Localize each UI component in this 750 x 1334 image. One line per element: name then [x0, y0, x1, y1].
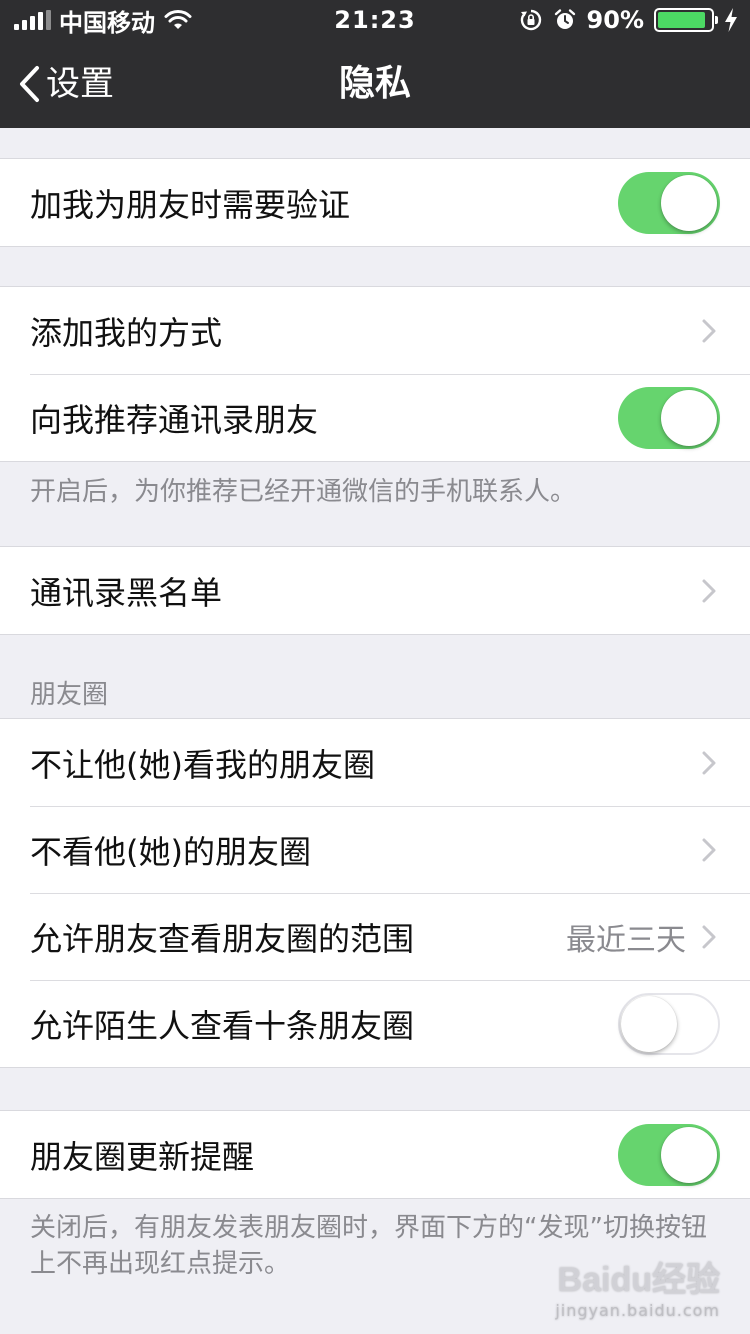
chevron-right-icon — [702, 579, 716, 602]
watermark-url: jingyan.baidu.com — [555, 1301, 720, 1320]
verify-row: 加我为朋友时需要验证 — [0, 159, 750, 246]
moments-range-row[interactable]: 允许朋友查看朋友圈的范围 最近三天 — [0, 893, 750, 980]
status-bar: 中国移动 21:23 90% — [0, 0, 750, 40]
chevron-right-icon — [702, 838, 716, 861]
stranger-moments-label: 允许陌生人查看十条朋友圈 — [30, 1006, 415, 1045]
moments-range-label: 允许朋友查看朋友圈的范围 — [30, 919, 415, 958]
moments-range-value: 最近三天 — [566, 922, 686, 958]
add-me-methods-row[interactable]: 添加我的方式 — [0, 287, 750, 374]
moments-section-header: 朋友圈 — [30, 680, 109, 710]
blacklist-group: 通讯录黑名单 — [0, 546, 750, 635]
block-moments-label: 不让他(她)看我的朋友圈 — [30, 745, 375, 784]
contacts-group: 添加我的方式 向我推荐通讯录朋友 — [0, 286, 750, 462]
chevron-right-icon — [702, 925, 716, 948]
page-title: 隐私 — [338, 63, 411, 104]
hide-moments-label: 不看他(她)的朋友圈 — [30, 832, 311, 871]
stranger-moments-toggle[interactable] — [618, 992, 720, 1055]
recommend-contacts-toggle[interactable] — [618, 386, 720, 449]
block-moments-row[interactable]: 不让他(她)看我的朋友圈 — [0, 719, 750, 806]
add-me-methods-label: 添加我的方式 — [30, 313, 223, 352]
rotation-lock-icon — [520, 9, 541, 31]
moments-update-label: 朋友圈更新提醒 — [30, 1137, 255, 1176]
toggle-knob — [621, 995, 677, 1052]
alarm-icon — [554, 9, 575, 29]
navigation-bar: 设置 隐私 — [0, 40, 750, 128]
status-right: 90% — [519, 6, 738, 34]
recommend-contacts-footnote: 开启后，为你推荐已经开通微信的手机联系人。 — [30, 477, 577, 507]
hide-moments-row[interactable]: 不看他(她)的朋友圈 — [0, 806, 750, 893]
stranger-moments-row: 允许陌生人查看十条朋友圈 — [0, 980, 750, 1067]
charging-bolt-icon — [725, 8, 737, 32]
blacklist-label: 通讯录黑名单 — [30, 573, 223, 612]
chevron-right-icon — [702, 319, 716, 342]
battery-icon — [654, 8, 718, 32]
privacy-settings-screen: 中国移动 21:23 90% 设置 隐私 加我为朋友时需要验证 添加我的方式 向… — [0, 0, 750, 1334]
moments-update-row: 朋友圈更新提醒 — [0, 1111, 750, 1198]
verify-toggle[interactable] — [618, 171, 720, 234]
moments-update-footnote: 关闭后，有朋友发表朋友圈时，界面下方的“发现”切换按钮上不再出现红点提示。 — [30, 1213, 707, 1279]
recommend-contacts-row: 向我推荐通讯录朋友 — [0, 374, 750, 461]
battery-percent: 90% — [586, 6, 644, 34]
toggle-knob — [661, 174, 717, 231]
recommend-contacts-label: 向我推荐通讯录朋友 — [30, 400, 319, 439]
toggle-knob — [661, 1126, 717, 1183]
battery-level — [658, 12, 705, 28]
moments-update-toggle[interactable] — [618, 1123, 720, 1186]
toggle-knob — [661, 389, 717, 446]
blacklist-row[interactable]: 通讯录黑名单 — [0, 547, 750, 634]
verification-group: 加我为朋友时需要验证 — [0, 158, 750, 247]
verify-label: 加我为朋友时需要验证 — [30, 185, 351, 224]
chevron-right-icon — [702, 751, 716, 774]
moments-update-group: 朋友圈更新提醒 — [0, 1110, 750, 1199]
moments-group: 不让他(她)看我的朋友圈 不看他(她)的朋友圈 允许朋友查看朋友圈的范围 最近三… — [0, 718, 750, 1068]
top-bar: 中国移动 21:23 90% 设置 隐私 — [0, 0, 750, 128]
